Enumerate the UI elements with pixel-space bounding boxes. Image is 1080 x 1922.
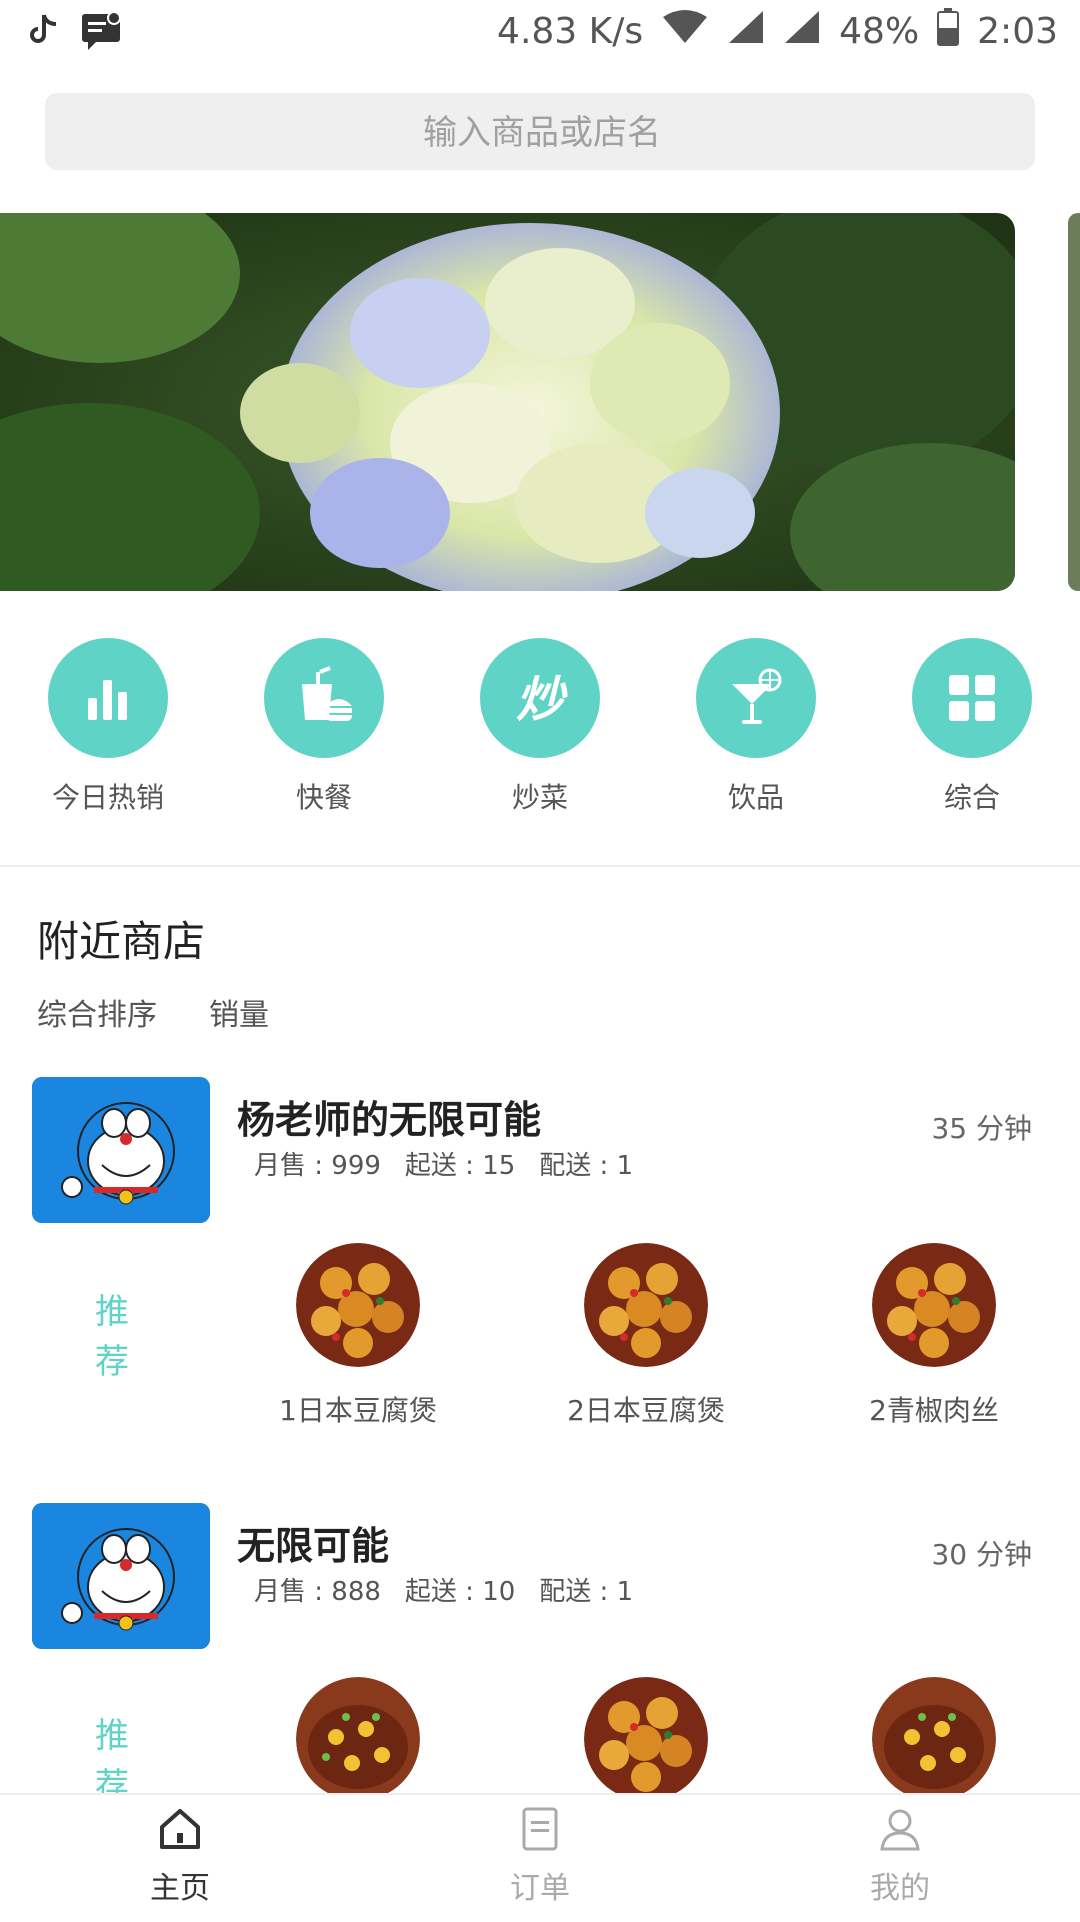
signal-icon	[727, 9, 765, 54]
shop-logo	[32, 1503, 210, 1649]
bar-chart-icon	[48, 638, 168, 758]
profile-icon	[820, 1805, 980, 1857]
dish-item[interactable]: 1日本豆腐煲	[258, 1243, 458, 1429]
dish-image	[296, 1677, 420, 1801]
status-bar: 4.83 K/s 48% 2:03	[0, 0, 1080, 64]
dish-item[interactable]: 2日本豆腐煲	[546, 1243, 746, 1429]
battery-icon	[937, 8, 960, 55]
section-title: 附近商店	[37, 917, 206, 966]
min-order: 起送 : 15	[404, 1151, 516, 1181]
delivery-fee: 配送 : 1	[539, 1577, 634, 1607]
category-fastfood[interactable]: 快餐	[244, 638, 404, 816]
stirfry-icon: 炒	[480, 638, 600, 758]
category-row: 今日热销 快餐 炒 炒菜 饮品 综合	[0, 638, 1080, 828]
shop-name: 无限可能	[237, 1524, 390, 1568]
sort-comprehensive[interactable]: 综合排序	[37, 990, 157, 1034]
dish-image	[872, 1677, 996, 1801]
monthly-sales: 月售 : 888	[254, 1577, 381, 1607]
shop-logo	[32, 1077, 210, 1223]
home-icon	[100, 1805, 260, 1857]
category-label: 快餐	[295, 781, 352, 814]
dish-image	[872, 1243, 996, 1367]
tab-home[interactable]: 主页	[100, 1805, 260, 1907]
tab-label: 订单	[510, 1871, 570, 1906]
search-bar[interactable]	[45, 93, 1039, 172]
sort-sales[interactable]: 销量	[209, 990, 269, 1034]
dish-image	[296, 1243, 420, 1367]
tab-profile[interactable]: 我的	[820, 1805, 980, 1907]
sort-options: 综合排序 销量	[37, 990, 269, 1034]
cocktail-icon	[696, 638, 816, 758]
shop-name: 杨老师的无限可能	[237, 1098, 542, 1142]
dish-item[interactable]: 2青椒肉丝	[834, 1243, 1034, 1429]
search-input[interactable]	[45, 93, 1039, 172]
notification-icon	[80, 10, 122, 54]
battery-percent: 48%	[839, 11, 920, 52]
network-speed: 4.83 K/s	[497, 11, 644, 52]
dish-name: 1日本豆腐煲	[279, 1394, 437, 1427]
dish-name: 2青椒肉丝	[869, 1394, 999, 1427]
category-drinks[interactable]: 饮品	[676, 638, 836, 816]
grid-icon	[912, 638, 1032, 758]
category-label: 综合	[943, 781, 1000, 814]
tab-label: 我的	[870, 1871, 930, 1906]
order-icon	[460, 1805, 620, 1857]
banner-carousel[interactable]	[0, 213, 1015, 591]
shop-meta: 月售 : 888 起送 : 10 配送 : 1	[254, 1571, 633, 1608]
tiktok-icon	[30, 13, 58, 51]
delivery-fee: 配送 : 1	[539, 1151, 634, 1181]
clock: 2:03	[977, 11, 1058, 52]
min-order: 起送 : 10	[404, 1577, 516, 1607]
category-label: 炒菜	[511, 781, 568, 814]
svg-text:炒: 炒	[516, 674, 568, 727]
divider	[0, 865, 1080, 867]
shop-meta: 月售 : 999 起送 : 15 配送 : 1	[254, 1145, 633, 1182]
delivery-time: 35 分钟	[931, 1112, 1032, 1145]
banner-image	[0, 213, 1015, 591]
recommend-label: 推荐	[95, 1292, 129, 1382]
dish-item[interactable]	[834, 1677, 1034, 1801]
category-stirfry[interactable]: 炒 炒菜	[460, 638, 620, 816]
monthly-sales: 月售 : 999	[254, 1151, 381, 1181]
wifi-icon	[661, 9, 709, 54]
category-general[interactable]: 综合	[892, 638, 1052, 816]
tab-orders[interactable]: 订单	[460, 1805, 620, 1907]
next-banner-peek	[1068, 213, 1080, 591]
dish-item[interactable]	[258, 1677, 458, 1801]
fastfood-icon	[264, 638, 384, 758]
category-hot-today[interactable]: 今日热销	[28, 638, 188, 816]
dish-image	[584, 1243, 708, 1367]
dish-image	[584, 1677, 708, 1801]
category-label: 饮品	[727, 781, 784, 814]
delivery-time: 30 分钟	[931, 1538, 1032, 1571]
bottom-tab-bar: 主页 订单 我的	[0, 1793, 1080, 1922]
dish-name: 2日本豆腐煲	[567, 1394, 725, 1427]
dish-item[interactable]	[546, 1677, 746, 1801]
signal-icon	[783, 9, 821, 54]
category-label: 今日热销	[51, 781, 164, 814]
tab-label: 主页	[150, 1871, 210, 1906]
